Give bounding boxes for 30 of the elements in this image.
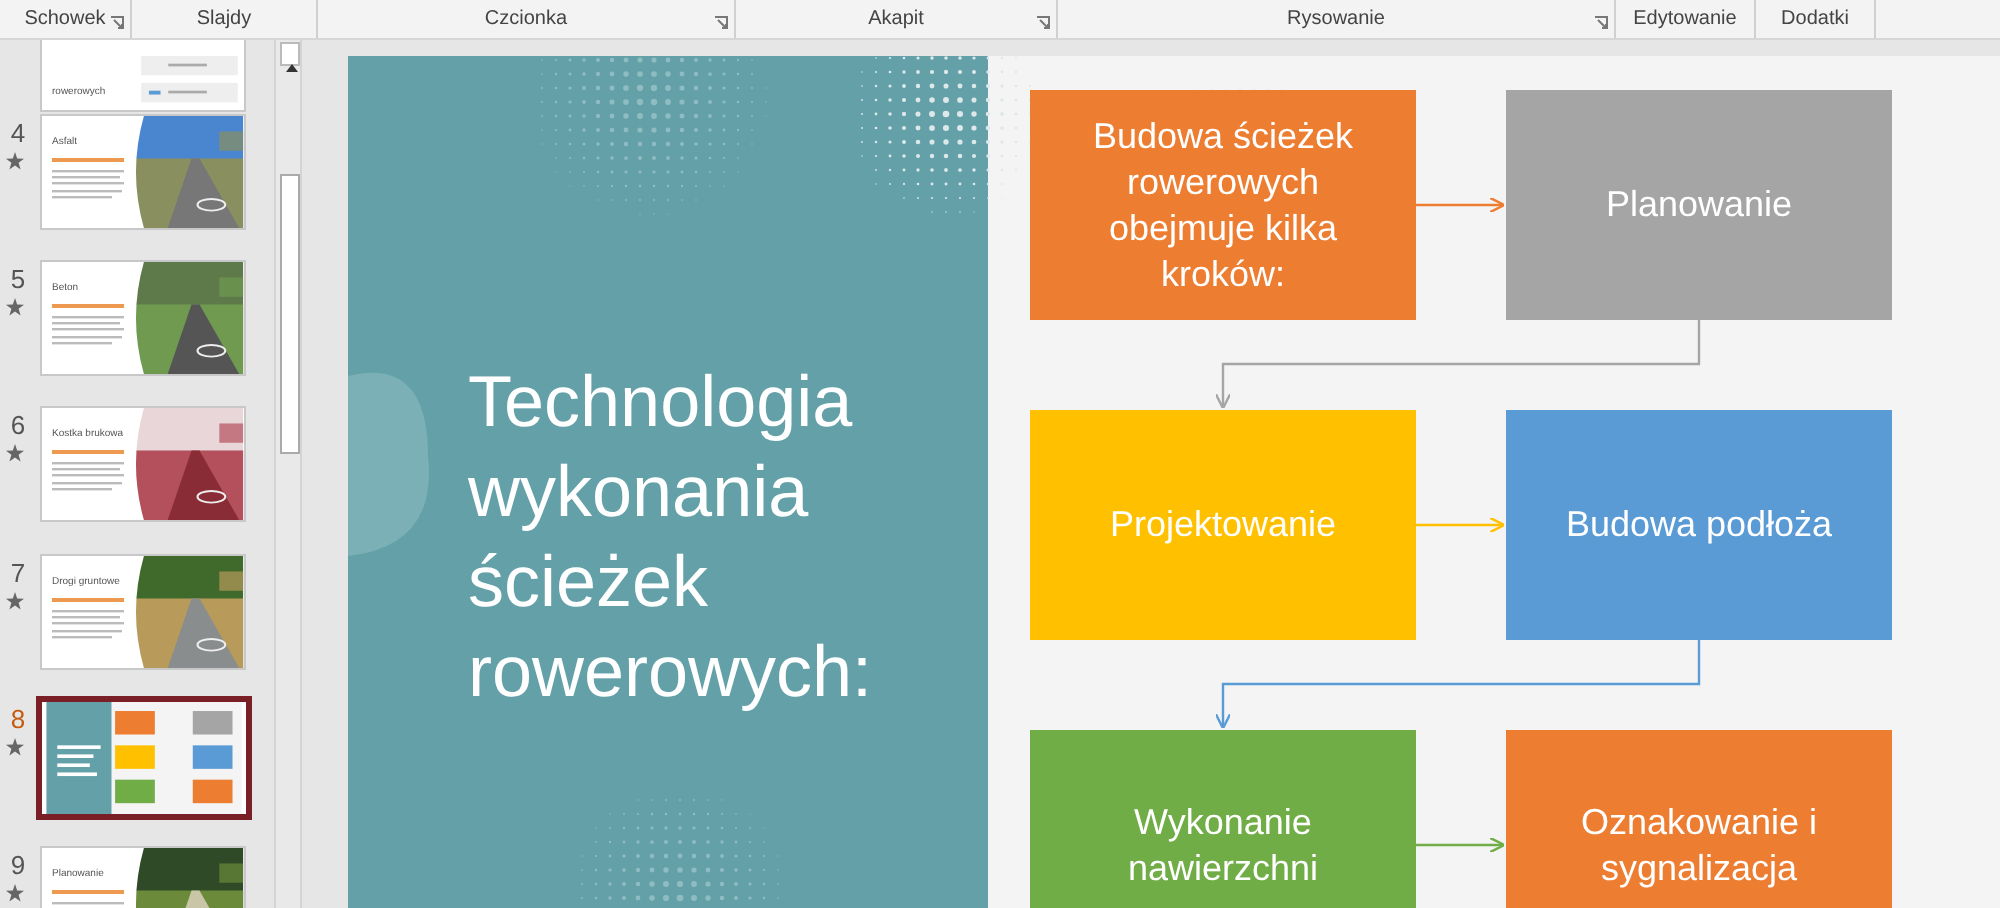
slide-number: 6 [8,408,28,444]
process-step: Oznakowanie i sygnalizacja [1506,730,1892,908]
group-label: Edytowanie [1633,6,1737,34]
process-step: Projektowanie [1030,410,1416,640]
process-step: Planowanie [1506,90,1892,320]
process-step: Budowa ścieżek rowerowych obejmuje kilka kroków: [1030,90,1416,320]
dialog-launcher-icon[interactable] [1594,16,1608,30]
dialog-launcher-icon[interactable] [110,16,124,30]
slide-number: 9 [8,848,28,884]
scrollbar-thumb[interactable] [280,174,300,454]
dialog-launcher-icon[interactable] [714,16,728,30]
group-label: Slajdy [196,6,252,34]
slide-title: Technologia wykonania ścieżek rowerowych: [468,358,875,716]
slide-number: 5 [8,262,28,298]
group-label: Rysowanie [1287,6,1385,34]
process-step: Budowa podłoża [1506,410,1892,640]
accent-line [52,157,124,161]
slide-number: 4 [8,116,28,152]
accent-line [52,449,124,453]
group-label: Akapit [868,6,924,34]
slide-number: 7 [8,556,28,592]
slide-number: 8 [8,702,28,738]
accent-line [52,303,124,307]
group-label: Czcionka [484,6,568,34]
group-label: Schowek [24,6,106,34]
group-label: Dodatki [1781,6,1849,34]
dialog-launcher-icon[interactable] [1036,16,1050,30]
accent-line [52,597,124,601]
process-step: Wykonanie nawierzchni [1030,730,1416,908]
accent-line [52,889,124,893]
